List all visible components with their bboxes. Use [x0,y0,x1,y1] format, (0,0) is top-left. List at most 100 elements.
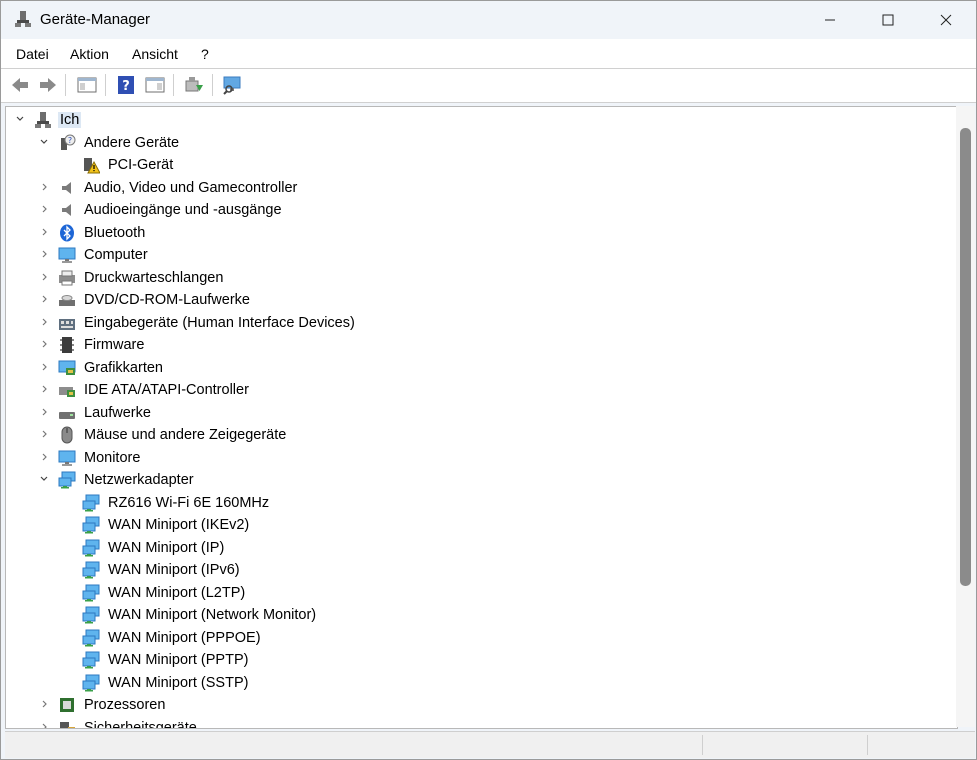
tree-category-label: Firmware [84,337,145,353]
tree-category-row[interactable]: Prozessoren [6,694,957,716]
chevron-right-icon[interactable] [38,293,50,305]
tree-category-row[interactable]: Audioeingänge und -ausgänge [6,199,957,221]
tree-device-row[interactable]: PCI-Gerät [6,154,957,176]
tree-category-row[interactable]: Firmware [6,334,957,356]
close-button[interactable] [917,1,975,39]
tree-category-label: Druckwarteschlangen [84,269,224,286]
chevron-right-icon[interactable] [38,451,50,463]
chevron-down-icon[interactable] [38,473,50,485]
speaker-icon [62,181,71,194]
close-icon [940,14,952,26]
tree-category-row[interactable]: DVD/CD-ROM-Laufwerke [6,289,957,311]
chevron-right-icon[interactable] [38,721,50,730]
network-adapter-icon [82,561,100,579]
tree-category-row[interactable]: IDE ATA/ATAPI-Controller [6,379,957,401]
minimize-button[interactable] [801,1,859,39]
menu-aktion[interactable]: Aktion [70,46,109,62]
chevron-right-icon[interactable] [38,338,50,350]
tree-category-row[interactable]: Grafikkarten [6,357,957,379]
tree-root-row[interactable]: Ich [6,109,957,131]
chevron-right-icon[interactable] [38,428,50,440]
device-manager-app-icon [15,11,31,27]
tree-category-row[interactable]: Sicherheitsgeräte [6,717,957,730]
tree-category-row[interactable]: Laufwerke [6,402,957,424]
window-title: Geräte-Manager [40,11,151,28]
svg-text:?: ? [122,79,130,94]
tree-category-label: Mäuse und andere Zeigegeräte [84,427,287,443]
chevron-down-icon[interactable] [38,136,50,148]
tree-category-label: Monitore [84,449,141,466]
chevron-right-icon[interactable] [38,406,50,418]
network-adapter-icon [82,674,100,691]
tree-device-row[interactable]: WAN Miniport (PPPOE) [6,627,957,649]
tree-device-label: WAN Miniport (Network Monitor) [108,607,317,623]
chevron-right-icon[interactable] [38,383,50,395]
tree-root-label: Ich [58,112,82,128]
tree-category-row[interactable]: ? Andere Geräte [6,132,957,154]
tree-category-label: Computer [84,247,148,263]
view-pane-icon[interactable] [145,75,165,95]
chevron-right-icon[interactable] [38,271,50,283]
chevron-right-icon[interactable] [38,361,50,373]
tree-device-row[interactable]: WAN Miniport (IKEv2) [6,514,957,536]
status-divider [702,735,703,755]
chevron-right-icon[interactable] [38,226,50,238]
tree-device-row[interactable]: WAN Miniport (SSTP) [6,672,957,694]
chevron-down-icon[interactable] [14,113,26,125]
tree-device-row[interactable]: WAN Miniport (PPTP) [6,649,957,671]
tree-category-row[interactable]: Mäuse und andere Zeigegeräte [6,424,957,446]
computer-icon [58,247,76,263]
svg-text:?: ? [68,136,72,145]
menu-bar: Datei Aktion Ansicht ? [1,39,976,68]
unknown-device-icon: ? [61,134,76,150]
chevron-right-icon[interactable] [38,248,50,260]
tree-category-row[interactable]: Audio, Video und Gamecontroller [6,177,957,199]
tree-category-row[interactable]: Netzwerkadapter [6,469,957,491]
tree-category-row[interactable]: Computer [6,244,957,266]
status-divider [867,735,868,755]
properties-pane-icon[interactable] [77,75,97,95]
maximize-button[interactable] [859,1,917,39]
forward-arrow-icon[interactable] [38,75,58,95]
tree-category-label: Andere Geräte [84,134,180,151]
network-adapter-icon [82,494,100,511]
tree-category-row[interactable]: Monitore [6,447,957,469]
tree-device-row[interactable]: WAN Miniport (IPv6) [6,559,957,581]
printer-icon [59,270,75,285]
chevron-right-icon[interactable] [38,181,50,193]
scrollbar-thumb[interactable] [960,128,971,586]
status-bar [5,731,975,758]
scan-hardware-icon[interactable] [222,75,242,95]
update-driver-icon[interactable] [184,75,204,95]
menu-datei[interactable]: Datei [16,46,49,62]
tree-category-label: DVD/CD-ROM-Laufwerke [84,292,250,308]
chevron-right-icon[interactable] [38,316,50,328]
menu-help[interactable]: ? [201,46,209,62]
tree-device-label: WAN Miniport (PPTP) [108,652,249,668]
title-bar[interactable]: Geräte-Manager [1,1,976,39]
tree-category-label: Audioeingänge und -ausgänge [84,202,282,218]
device-tree[interactable]: Ich ? Andere Geräte PCI-Gerät Audio, Video … [5,106,958,729]
tree-category-row[interactable]: Druckwarteschlangen [6,267,957,289]
tree-device-label: WAN Miniport (PPPOE) [108,629,261,646]
tree-device-row[interactable]: RZ616 Wi-Fi 6E 160MHz [6,492,957,514]
tree-device-row[interactable]: WAN Miniport (IP) [6,537,957,559]
back-arrow-icon[interactable] [10,75,30,95]
chevron-right-icon[interactable] [38,203,50,215]
tree-category-label: Laufwerke [84,404,151,421]
tree-category-row[interactable]: Eingabegeräte (Human Interface Devices) [6,312,957,334]
help-icon[interactable]: ? [116,75,136,95]
bluetooth-icon [60,224,74,241]
monitor-icon [58,450,76,466]
speaker-icon [62,204,71,216]
tree-category-label: Eingabegeräte (Human Interface Devices) [84,314,355,331]
vertical-scrollbar[interactable] [956,106,975,727]
hid-icon [59,318,75,330]
chevron-right-icon[interactable] [38,698,50,710]
tree-category-row[interactable]: Bluetooth [6,222,957,244]
menu-ansicht[interactable]: Ansicht [132,46,178,62]
tree-device-row[interactable]: WAN Miniport (Network Monitor) [6,604,957,626]
tree-device-label: PCI-Gerät [108,157,174,173]
tree-device-row[interactable]: WAN Miniport (L2TP) [6,582,957,604]
maximize-icon [882,14,894,26]
